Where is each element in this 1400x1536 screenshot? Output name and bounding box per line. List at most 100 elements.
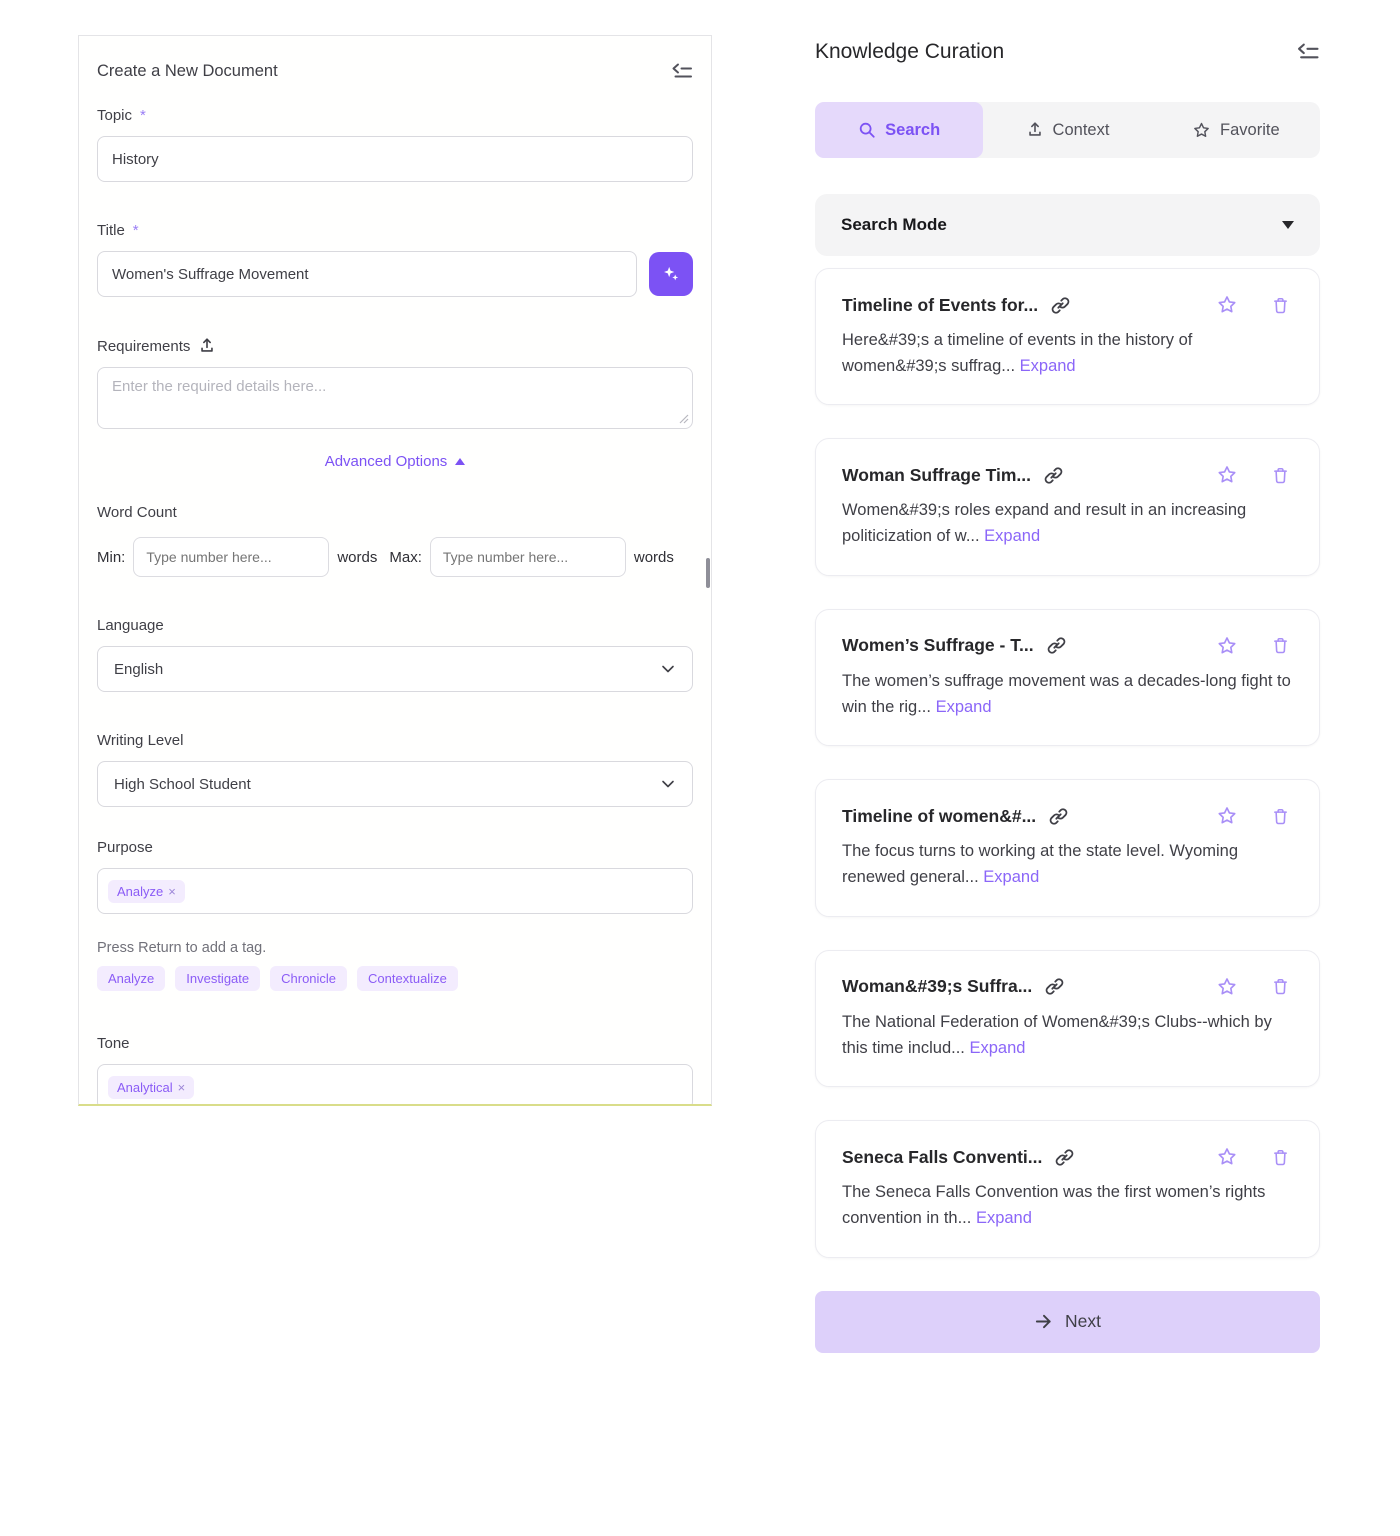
language-group: Language English (97, 617, 693, 692)
tag-label: Analyze (117, 884, 163, 899)
link-icon[interactable] (1048, 806, 1069, 827)
suggested-tag[interactable]: Chronicle (270, 966, 347, 991)
topic-input[interactable] (97, 136, 693, 182)
card-snippet: Here&#39;s a timeline of events in the h… (842, 328, 1293, 379)
upload-icon[interactable] (198, 337, 216, 355)
delete-trash-icon[interactable] (1270, 806, 1291, 827)
language-label: Language (97, 617, 693, 634)
writing-level-select[interactable]: High School Student (97, 761, 693, 807)
tab-favorite[interactable]: Favorite (1152, 102, 1320, 158)
topic-field-group: Topic * (97, 107, 693, 182)
knowledge-card: Timeline of women&#... (815, 779, 1320, 916)
favorite-star-icon[interactable] (1216, 805, 1238, 827)
advanced-options-toggle[interactable]: Advanced Options (325, 453, 466, 470)
favorite-star-icon[interactable] (1216, 464, 1238, 486)
sparkles-icon (660, 263, 682, 285)
collapse-panel-button[interactable] (671, 62, 693, 81)
delete-trash-icon[interactable] (1270, 635, 1291, 656)
collapse-panel-icon (671, 62, 693, 81)
expand-link[interactable]: Expand (969, 1039, 1025, 1057)
knowledge-card: Seneca Falls Conventi... (815, 1120, 1320, 1257)
knowledge-card: Woman&#39;s Suffra... (815, 950, 1320, 1087)
card-header: Seneca Falls Conventi... (842, 1146, 1293, 1168)
search-mode-label: Search Mode (841, 215, 947, 235)
search-mode-accordion[interactable]: Search Mode (815, 194, 1320, 256)
title-label: Title * (97, 222, 693, 239)
delete-trash-icon[interactable] (1270, 465, 1291, 486)
arrow-right-icon (1034, 1312, 1053, 1331)
min-unit-label: words (337, 549, 377, 566)
snippet-text: The women’s suffrage movement was a deca… (842, 672, 1291, 716)
favorite-star-icon[interactable] (1216, 1146, 1238, 1168)
required-asterisk: * (133, 222, 139, 239)
link-icon[interactable] (1044, 976, 1065, 997)
expand-link[interactable]: Expand (976, 1209, 1032, 1227)
card-title: Timeline of women&#... (842, 806, 1036, 827)
tab-search[interactable]: Search (815, 102, 983, 158)
requirements-label: Requirements (97, 337, 693, 355)
min-label: Min: (97, 549, 125, 566)
purpose-label: Purpose (97, 839, 693, 856)
next-button-label: Next (1065, 1311, 1101, 1332)
link-icon[interactable] (1050, 295, 1071, 316)
scrollbar-thumb[interactable] (706, 558, 710, 588)
favorite-star-icon[interactable] (1216, 294, 1238, 316)
title-field-group: Title * (97, 222, 693, 297)
card-header: Timeline of Events for... (842, 294, 1293, 316)
card-snippet: The Seneca Falls Convention was the firs… (842, 1180, 1293, 1231)
favorite-star-icon[interactable] (1216, 976, 1238, 998)
next-button[interactable]: Next (815, 1291, 1320, 1353)
card-title: Timeline of Events for... (842, 295, 1038, 316)
expand-link[interactable]: Expand (1020, 357, 1076, 375)
requirements-label-text: Requirements (97, 338, 190, 355)
tab-context[interactable]: Context (983, 102, 1151, 158)
purpose-tag-input[interactable]: Analyze × (97, 868, 693, 914)
card-title: Seneca Falls Conventi... (842, 1147, 1042, 1168)
link-icon[interactable] (1043, 465, 1064, 486)
word-count-label-text: Word Count (97, 504, 177, 521)
tab-label: Search (885, 121, 940, 140)
language-select[interactable]: English (97, 646, 693, 692)
link-icon[interactable] (1054, 1147, 1075, 1168)
tab-bar: Search Context Favorite (815, 102, 1320, 158)
suggested-tag[interactable]: Analyze (97, 966, 165, 991)
expand-link[interactable]: Expand (984, 527, 1040, 545)
advanced-options-label: Advanced Options (325, 453, 448, 470)
max-unit-label: words (634, 549, 674, 566)
search-icon (858, 121, 876, 139)
collapse-panel-button[interactable] (1296, 42, 1320, 62)
topic-label: Topic * (97, 107, 693, 124)
ai-generate-button[interactable] (649, 252, 693, 296)
snippet-text: The Seneca Falls Convention was the firs… (842, 1183, 1265, 1227)
suggested-tag[interactable]: Contextualize (357, 966, 458, 991)
star-icon (1192, 121, 1211, 140)
snippet-text: Here&#39;s a timeline of events in the h… (842, 331, 1192, 375)
delete-trash-icon[interactable] (1270, 1147, 1291, 1168)
create-document-panel: Create a New Document Topic * Title * (78, 35, 712, 1106)
max-words-input[interactable] (430, 537, 626, 577)
language-selected-value: English (114, 661, 163, 678)
required-asterisk: * (140, 107, 146, 124)
delete-trash-icon[interactable] (1270, 976, 1291, 997)
page-title: Create a New Document (97, 62, 278, 81)
remove-tag-icon[interactable]: × (168, 884, 176, 899)
expand-link[interactable]: Expand (983, 868, 1039, 886)
writing-level-selected-value: High School Student (114, 776, 251, 793)
min-words-input[interactable] (133, 537, 329, 577)
purpose-selected-tag: Analyze × (108, 880, 185, 903)
card-header: Timeline of women&#... (842, 805, 1293, 827)
title-label-text: Title (97, 222, 125, 239)
title-input[interactable] (97, 251, 637, 297)
expand-link[interactable]: Expand (936, 698, 992, 716)
tone-tag-input[interactable]: Analytical × (97, 1064, 693, 1106)
favorite-star-icon[interactable] (1216, 635, 1238, 657)
tab-label: Favorite (1220, 121, 1280, 140)
remove-tag-icon[interactable]: × (178, 1080, 186, 1095)
suggested-tags-row: Analyze Investigate Chronicle Contextual… (97, 966, 693, 991)
delete-trash-icon[interactable] (1270, 295, 1291, 316)
resize-grip-icon[interactable] (679, 414, 689, 424)
requirements-textarea[interactable] (97, 367, 693, 429)
suggested-tag[interactable]: Investigate (175, 966, 260, 991)
tab-label: Context (1053, 121, 1110, 140)
link-icon[interactable] (1046, 635, 1067, 656)
